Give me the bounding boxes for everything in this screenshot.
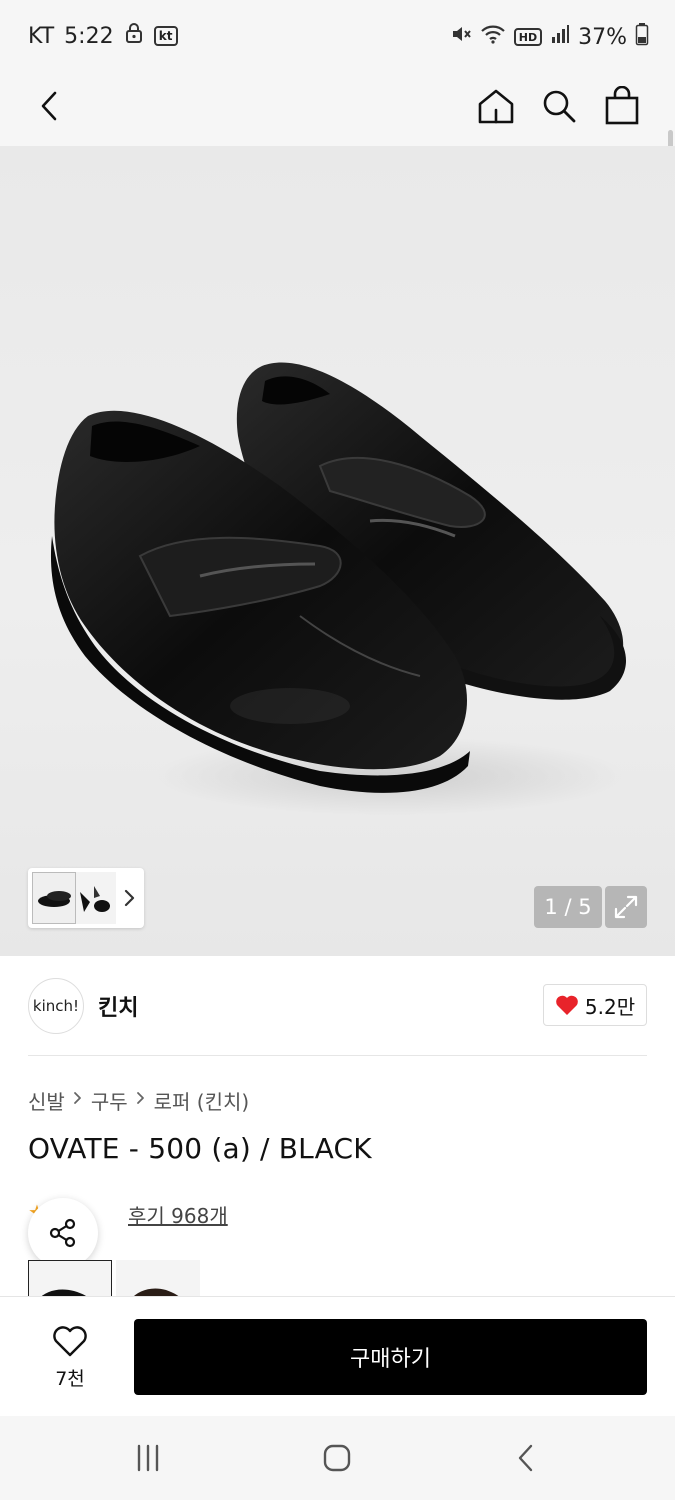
image-counter: 1 / 5 — [534, 886, 602, 928]
product-image-gallery[interactable]: 1 / 5 — [0, 146, 675, 956]
home-circle-icon — [323, 1444, 351, 1472]
back-nav-icon — [518, 1444, 533, 1472]
clock: 5:22 — [64, 23, 114, 49]
brand-like-button[interactable]: 5.2만 — [543, 984, 647, 1026]
brand-row: kinch! 킨치 5.2만 — [28, 978, 647, 1034]
product-title: OVATE - 500 (a) / BLACK — [28, 1132, 372, 1165]
share-button[interactable] — [28, 1198, 98, 1268]
expand-button[interactable] — [605, 886, 647, 928]
buy-button[interactable]: 구매하기 — [134, 1319, 647, 1395]
status-left: KT 5:22 kt — [28, 22, 178, 50]
breadcrumb-item[interactable]: 신발 — [28, 1086, 65, 1115]
status-right: HD 37% — [450, 22, 649, 52]
back-icon — [41, 91, 57, 121]
lock-icon — [124, 22, 144, 50]
home-nav-button[interactable] — [307, 1434, 367, 1482]
breadcrumb: 신발 구두 로퍼 (킨치) — [28, 1086, 249, 1115]
status-bar: KT 5:22 kt HD 37% — [0, 0, 675, 74]
hd-badge: HD — [513, 28, 543, 46]
expand-icon — [614, 895, 638, 919]
system-nav-bar — [0, 1416, 675, 1500]
carrier-badge: kt — [153, 26, 178, 46]
breadcrumb-item[interactable]: 로퍼 (킨치) — [154, 1086, 250, 1115]
back-nav-button[interactable] — [496, 1434, 556, 1482]
carrier-label: KT — [28, 23, 55, 49]
signal-icon — [550, 24, 570, 50]
brand-name[interactable]: 킨치 — [98, 990, 138, 1022]
home-icon — [478, 89, 514, 124]
breadcrumb-item[interactable]: 구두 — [91, 1086, 128, 1115]
chevron-right-icon[interactable] — [120, 886, 138, 910]
share-icon — [49, 1218, 76, 1248]
chevron-right-icon — [71, 1089, 85, 1112]
battery-label: 37% — [578, 24, 627, 50]
review-link[interactable]: 후기 968개 — [128, 1200, 228, 1229]
wifi-icon — [480, 23, 506, 51]
search-icon — [543, 90, 576, 123]
product-photo-loafers — [50, 362, 627, 793]
color-option-thumbnail[interactable] — [116, 1260, 200, 1300]
thumbnail-2[interactable] — [76, 872, 116, 924]
back-button[interactable] — [22, 78, 78, 134]
wishlist-count: 7천 — [55, 1367, 85, 1390]
search-button[interactable] — [531, 78, 587, 134]
brand-logo[interactable]: kinch! — [28, 978, 84, 1034]
brand-like-count: 5.2만 — [584, 994, 636, 1019]
home-button[interactable] — [468, 78, 524, 134]
recent-apps-icon — [137, 1444, 159, 1472]
heart-filled-icon — [556, 995, 578, 1015]
mute-icon — [450, 23, 472, 51]
app-header — [0, 74, 675, 206]
chevron-right-icon — [134, 1089, 148, 1112]
shopping-bag-button[interactable] — [594, 78, 650, 134]
color-option-thumbnail[interactable] — [28, 1260, 112, 1300]
thumbnail-strip[interactable] — [28, 868, 144, 928]
thumbnail-1[interactable] — [32, 872, 76, 924]
shopping-bag-icon — [605, 86, 639, 125]
heart-outline-icon — [53, 1325, 87, 1356]
divider — [28, 1055, 647, 1056]
recent-apps-button[interactable] — [118, 1434, 178, 1482]
bottom-action-bar: 7천 구매하기 — [0, 1296, 675, 1416]
battery-icon — [635, 22, 649, 52]
wishlist-button[interactable]: 7천 — [28, 1319, 112, 1397]
